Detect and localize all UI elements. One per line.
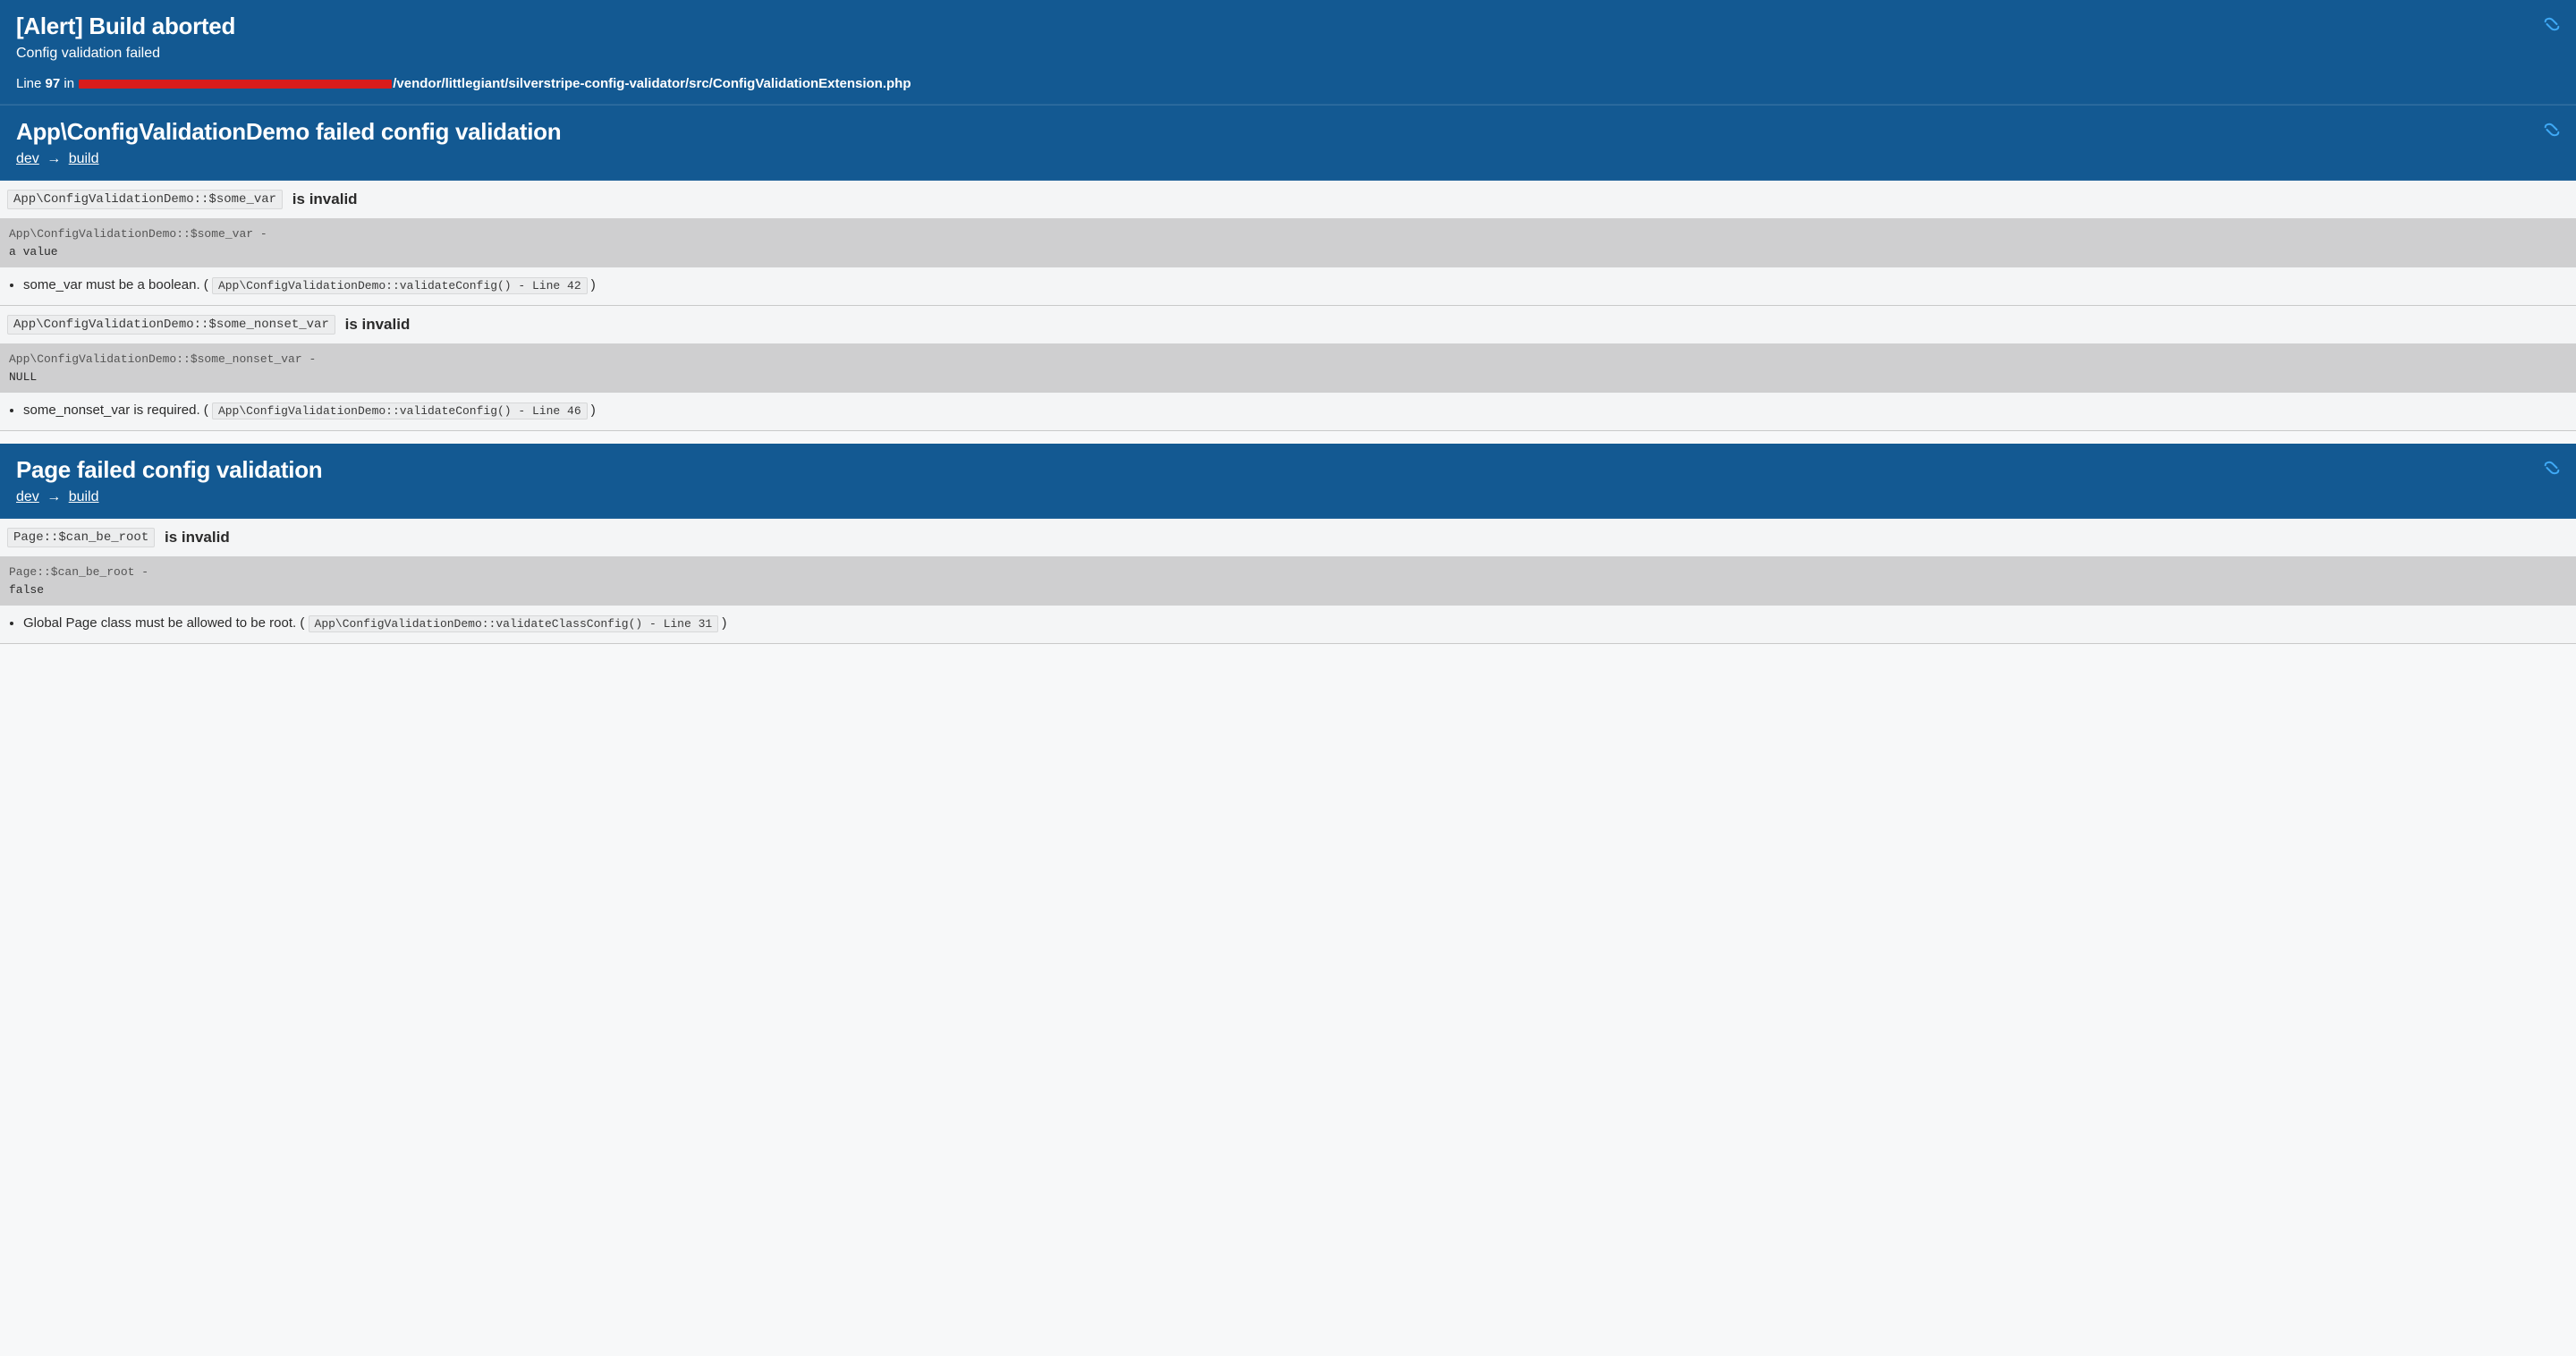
section-gap xyxy=(0,431,2576,444)
config-dump: App\ConfigValidationDemo::$some_var - a … xyxy=(0,218,2576,267)
dump-key: Page::$can_be_root - xyxy=(9,565,148,579)
validation-item: Page::$can_be_root is invalid Page::$can… xyxy=(0,519,2576,643)
message-text: some_nonset_var is required. ( xyxy=(23,403,208,418)
file-path: /vendor/littlegiant/silverstripe-config-… xyxy=(393,76,911,91)
silverstripe-icon xyxy=(2542,458,2562,478)
dump-key: App\ConfigValidationDemo::$some_var - xyxy=(9,227,267,241)
section-title: Page failed config validation xyxy=(16,456,2560,484)
message-after: ) xyxy=(591,277,596,292)
breadcrumb-build-link[interactable]: build xyxy=(69,151,99,166)
breadcrumb-build-link[interactable]: build xyxy=(69,489,99,504)
line-number: 97 xyxy=(46,76,61,91)
breadcrumb-dev-link[interactable]: dev xyxy=(16,489,39,504)
section-header: Page failed config validation dev → buil… xyxy=(0,444,2576,519)
validation-item: App\ConfigValidationDemo::$some_nonset_v… xyxy=(0,306,2576,430)
message-trace: App\ConfigValidationDemo::validateClassC… xyxy=(309,615,719,632)
alert-header: [Alert] Build aborted Config validation … xyxy=(0,0,2576,105)
dump-key: App\ConfigValidationDemo::$some_nonset_v… xyxy=(9,352,316,366)
validation-message: Global Page class must be allowed to be … xyxy=(23,613,2569,634)
config-key-code: App\ConfigValidationDemo::$some_var xyxy=(7,190,283,209)
message-text: some_var must be a boolean. ( xyxy=(23,277,208,292)
validation-messages: some_var must be a boolean. ( App\Config… xyxy=(0,267,2576,305)
section-title: App\ConfigValidationDemo failed config v… xyxy=(16,118,2560,146)
silverstripe-icon xyxy=(2542,120,2562,140)
config-key-code: Page::$can_be_root xyxy=(7,528,155,547)
dump-value: false xyxy=(9,583,44,597)
breadcrumb: dev → build xyxy=(16,151,2560,167)
divider xyxy=(0,643,2576,644)
line-in: in xyxy=(64,76,74,91)
config-dump: Page::$can_be_root - false xyxy=(0,556,2576,606)
alert-title: [Alert] Build aborted xyxy=(16,13,2560,40)
section-header: App\ConfigValidationDemo failed config v… xyxy=(0,105,2576,181)
message-after: ) xyxy=(591,403,596,418)
config-key-code: App\ConfigValidationDemo::$some_nonset_v… xyxy=(7,315,335,335)
message-after: ) xyxy=(722,615,726,631)
validation-subheader: App\ConfigValidationDemo::$some_var is i… xyxy=(0,181,2576,218)
breadcrumb: dev → build xyxy=(16,489,2560,505)
dump-value: a value xyxy=(9,245,58,258)
alert-subtitle: Config validation failed xyxy=(16,46,2560,62)
breadcrumb-dev-link[interactable]: dev xyxy=(16,151,39,166)
validation-message: some_var must be a boolean. ( App\Config… xyxy=(23,275,2569,296)
config-dump: App\ConfigValidationDemo::$some_nonset_v… xyxy=(0,343,2576,393)
validation-subheader: App\ConfigValidationDemo::$some_nonset_v… xyxy=(0,306,2576,343)
message-trace: App\ConfigValidationDemo::validateConfig… xyxy=(212,403,588,420)
validation-subheader: Page::$can_be_root is invalid xyxy=(0,519,2576,556)
invalid-label: is invalid xyxy=(345,316,411,333)
validation-item: App\ConfigValidationDemo::$some_var is i… xyxy=(0,181,2576,305)
validation-messages: Global Page class must be allowed to be … xyxy=(0,606,2576,643)
validation-messages: some_nonset_var is required. ( App\Confi… xyxy=(0,393,2576,430)
breadcrumb-arrow: → xyxy=(47,151,61,166)
line-prefix: Line xyxy=(16,76,41,91)
message-text: Global Page class must be allowed to be … xyxy=(23,615,304,631)
breadcrumb-arrow: → xyxy=(47,489,61,504)
silverstripe-icon xyxy=(2542,14,2562,34)
dump-value: NULL xyxy=(9,370,37,384)
invalid-label: is invalid xyxy=(292,191,358,208)
validation-message: some_nonset_var is required. ( App\Confi… xyxy=(23,400,2569,421)
message-trace: App\ConfigValidationDemo::validateConfig… xyxy=(212,277,588,294)
redacted-path xyxy=(79,80,392,89)
invalid-label: is invalid xyxy=(165,529,230,546)
alert-line-info: Line 97 in /vendor/littlegiant/silverstr… xyxy=(16,76,2560,91)
